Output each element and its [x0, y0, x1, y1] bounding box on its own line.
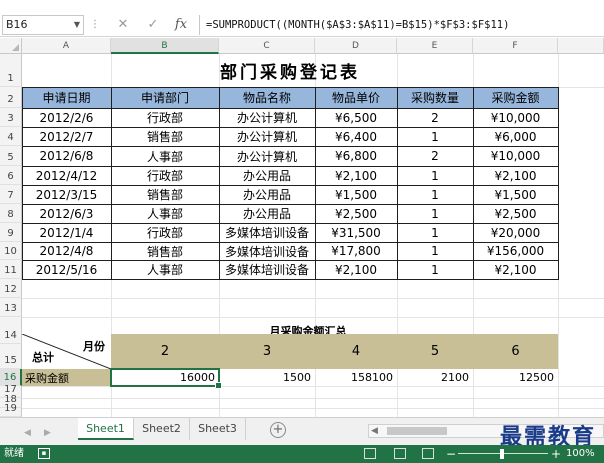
status-ready: 就绪: [4, 448, 24, 459]
gridline: [22, 398, 604, 399]
month-cell[interactable]: 2: [111, 334, 219, 369]
formula-bar: B16 ▼ ⋮ ✕ ✓ fx =SUMPRODUCT((MONTH($A$3:$…: [0, 0, 604, 37]
summary-value-cell[interactable]: 12500: [473, 369, 558, 386]
tab-scroll-right-icon[interactable]: ▶: [44, 428, 51, 438]
row-header-11[interactable]: 11: [0, 260, 22, 279]
table-border: [22, 242, 559, 243]
row-header-12[interactable]: 12: [0, 279, 22, 298]
table-border: [22, 166, 559, 167]
table-border: [22, 204, 559, 205]
select-all-corner[interactable]: [0, 38, 22, 54]
table-border: [397, 87, 398, 280]
enter-icon[interactable]: ✓: [142, 15, 164, 35]
table-border: [22, 146, 559, 147]
column-header-c[interactable]: C: [219, 38, 315, 54]
month-cell[interactable]: 6: [473, 334, 558, 369]
column-header-b[interactable]: B: [111, 38, 219, 54]
tab-sheet3[interactable]: Sheet3: [190, 418, 246, 440]
scroll-left-arrow-icon[interactable]: ◀: [371, 425, 378, 437]
name-box[interactable]: B16 ▼: [2, 15, 84, 35]
tab-scroll-left-icon[interactable]: ◀: [24, 428, 31, 438]
row-header-13[interactable]: 13: [0, 298, 22, 317]
column-header-f[interactable]: F: [473, 38, 558, 54]
row-header-7[interactable]: 7: [0, 185, 22, 204]
row-header-5[interactable]: 5: [0, 146, 22, 166]
diagonal-header-cell[interactable]: 月份 总计: [22, 334, 111, 369]
month-cell[interactable]: 3: [219, 334, 315, 369]
table-border: [22, 185, 559, 186]
gridline: [22, 298, 604, 299]
formula-input[interactable]: =SUMPRODUCT((MONTH($A$3:$A$11)=B$15)*$F$…: [199, 15, 602, 35]
more-dots-icon: ⋮: [90, 19, 100, 30]
sheet-tab-bar: ◀ ▶ Sheet1 Sheet2 Sheet3 + ◀ 最需教育: [0, 417, 604, 450]
table-border: [22, 260, 559, 261]
table-border: [22, 108, 559, 109]
table-border: [111, 87, 112, 280]
active-cell-selection[interactable]: [110, 368, 222, 389]
scrollbar-thumb[interactable]: [387, 427, 447, 435]
column-header-d[interactable]: D: [315, 38, 397, 54]
summary-value-cell[interactable]: 1500: [219, 369, 315, 386]
column-header-a[interactable]: A: [22, 38, 111, 54]
row-header-2[interactable]: 2: [0, 87, 22, 108]
month-cell[interactable]: 4: [315, 334, 397, 369]
summary-value-cell[interactable]: 2100: [397, 369, 473, 386]
table-border: [22, 223, 559, 224]
table-border: [22, 127, 559, 128]
row-header-4[interactable]: 4: [0, 127, 22, 146]
table-border: [219, 87, 220, 280]
gridline: [22, 408, 604, 409]
page-break-view-icon[interactable]: [422, 448, 434, 459]
sheet-title: 部门采购登记表: [220, 63, 360, 83]
zoom-slider-knob[interactable]: [500, 449, 504, 459]
tab-sheet2[interactable]: Sheet2: [134, 418, 190, 440]
row-header-8[interactable]: 8: [0, 204, 22, 223]
zoom-level[interactable]: 100%: [566, 445, 595, 463]
row-header-19[interactable]: 19: [0, 403, 22, 417]
macro-record-icon[interactable]: ▪: [38, 448, 50, 459]
row-header-1[interactable]: 1: [0, 54, 22, 87]
table-border: [22, 87, 559, 280]
insert-function-icon[interactable]: fx: [170, 15, 192, 35]
tab-sheet1[interactable]: Sheet1: [78, 418, 134, 440]
normal-view-icon[interactable]: [364, 448, 376, 459]
row-header-9[interactable]: 9: [0, 223, 22, 242]
row-header-10[interactable]: 10: [0, 242, 22, 260]
corner-total-label: 总计: [32, 351, 54, 364]
status-bar: 就绪 ▪ − + 100%: [0, 445, 604, 463]
chevron-down-icon[interactable]: ▼: [74, 16, 80, 34]
corner-month-label: 月份: [83, 340, 105, 353]
row-header-6[interactable]: 6: [0, 166, 22, 185]
page-layout-view-icon[interactable]: [394, 448, 406, 459]
row-header-14[interactable]: 14: [0, 317, 22, 344]
zoom-in-icon[interactable]: +: [551, 445, 561, 463]
row-header-3[interactable]: 3: [0, 108, 22, 127]
column-header-e[interactable]: E: [397, 38, 473, 54]
table-border: [315, 87, 316, 280]
table-border: [473, 87, 474, 280]
row-header-15[interactable]: 15: [0, 344, 22, 369]
cancel-icon[interactable]: ✕: [112, 15, 134, 35]
name-box-value: B16: [6, 18, 28, 31]
column-header-blank: [558, 38, 604, 54]
add-sheet-icon[interactable]: +: [270, 422, 286, 438]
month-cell[interactable]: 5: [397, 334, 473, 369]
zoom-out-icon[interactable]: −: [446, 445, 456, 463]
amount-row-label[interactable]: 采购金额: [22, 369, 111, 386]
summary-value-cell[interactable]: 158100: [315, 369, 397, 386]
